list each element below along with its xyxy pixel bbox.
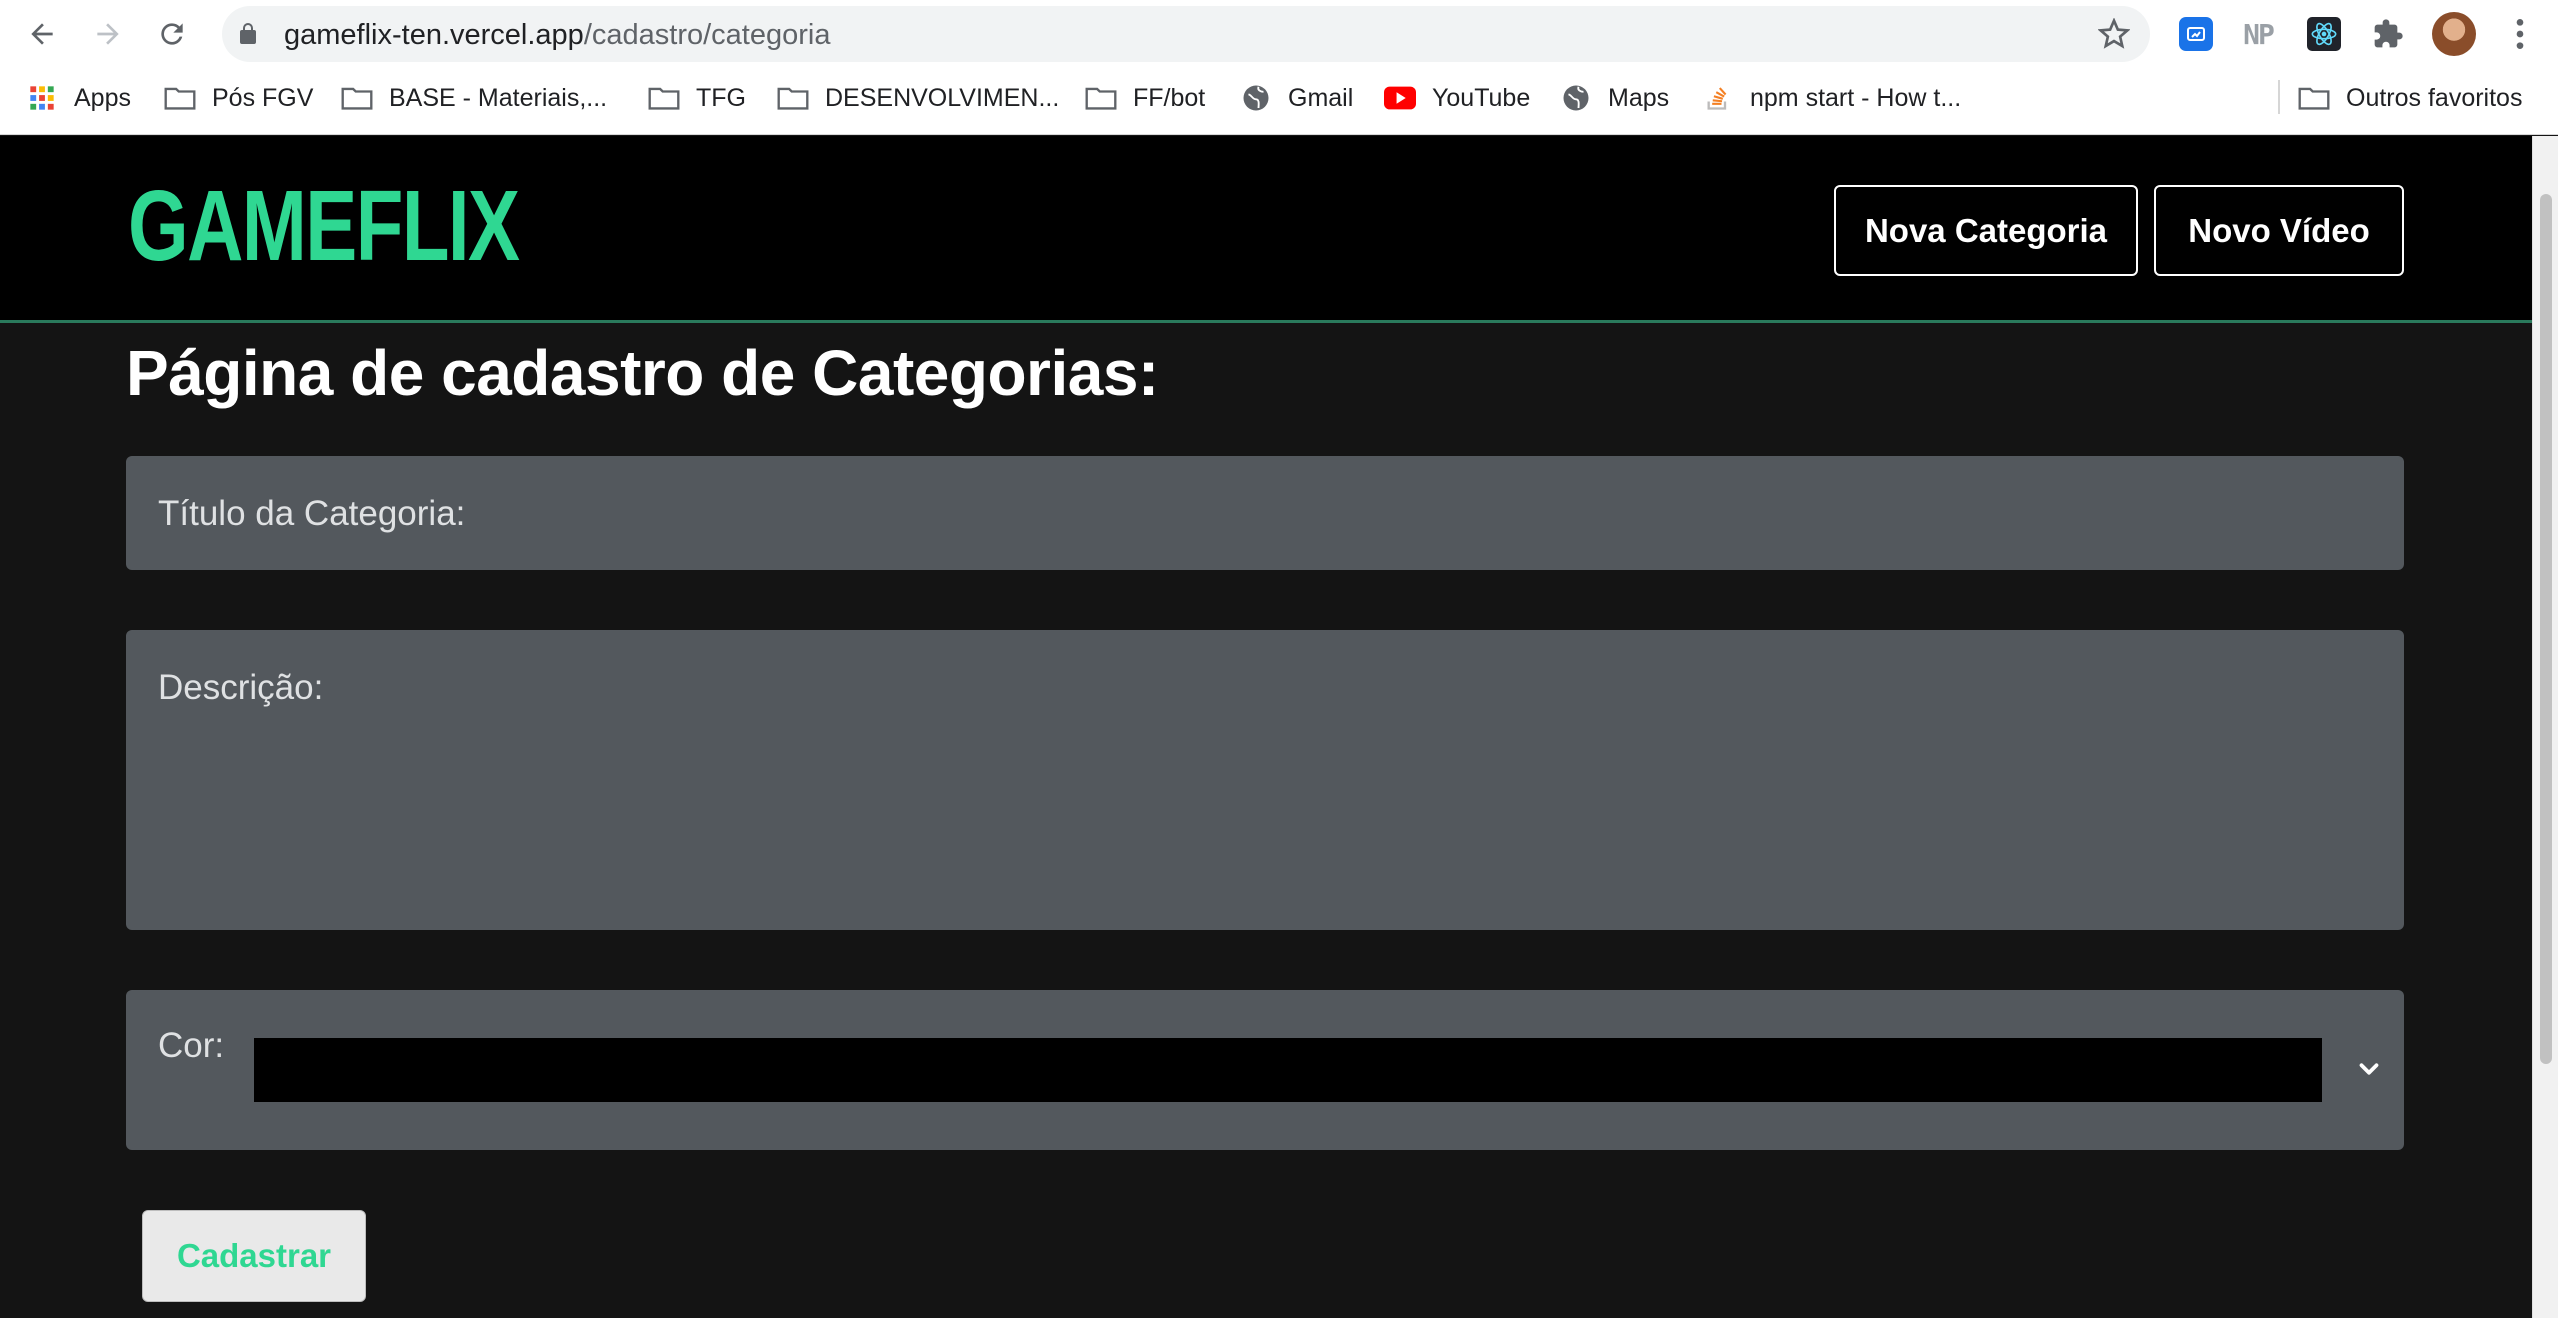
cadastrar-button[interactable]: Cadastrar — [142, 1210, 366, 1302]
chevron-down-icon[interactable] — [2354, 1054, 2384, 1084]
site-header: GAMEFLIX Nova Categoria Novo Vídeo — [0, 136, 2532, 323]
titulo-field[interactable]: Título da Categoria: — [126, 456, 2404, 570]
bookmark-tfg[interactable]: TFG — [648, 80, 746, 116]
bookmark-desenvolvimento[interactable]: DESENVOLVIMEN... — [777, 80, 1059, 116]
folder-icon — [777, 84, 809, 112]
react-devtools-icon[interactable] — [2307, 17, 2341, 51]
bookmark-label: FF/bot — [1133, 83, 1206, 112]
react-atom-icon — [2311, 22, 2337, 46]
bookmark-label: Apps — [74, 83, 131, 112]
np-extension-icon[interactable]: NP — [2238, 14, 2278, 54]
address-bar[interactable]: gameflix-ten.vercel.app/cadastro/categor… — [222, 6, 2150, 62]
bookmark-label: TFG — [696, 83, 746, 112]
bookmark-label: YouTube — [1432, 83, 1531, 112]
globe-icon — [1240, 84, 1272, 112]
more-vertical-icon — [2516, 19, 2524, 49]
bookmarks-divider — [2278, 80, 2280, 114]
gameflix-logo[interactable]: GAMEFLIX — [128, 176, 520, 276]
bookmarks-bar: Apps Pós FGV BASE - Materiais,... TFG DE… — [0, 70, 2558, 126]
descricao-label: Descrição: — [158, 668, 324, 707]
arrow-right-icon — [97, 23, 119, 45]
bookmark-label: Pós FGV — [212, 83, 314, 112]
youtube-icon — [1384, 84, 1416, 112]
bookmark-outros-favoritos[interactable]: Outros favoritos — [2298, 80, 2522, 116]
page-viewport: GAMEFLIX Nova Categoria Novo Vídeo Págin… — [0, 136, 2532, 1318]
page-scrollbar[interactable] — [2532, 136, 2558, 1318]
nova-categoria-button[interactable]: Nova Categoria — [1834, 185, 2138, 276]
folder-icon — [2298, 84, 2330, 112]
reload-button[interactable] — [152, 14, 192, 54]
novo-video-button[interactable]: Novo Vídeo — [2154, 185, 2404, 276]
bookmark-youtube[interactable]: YouTube — [1384, 80, 1530, 116]
folder-icon — [341, 84, 373, 112]
bookmark-base-materiais[interactable]: BASE - Materiais,... — [341, 80, 607, 116]
bookmark-npm-start[interactable]: npm start - How t... — [1702, 80, 1961, 116]
arrow-left-icon — [31, 23, 53, 45]
url-host: gameflix-ten.vercel.app — [284, 19, 584, 51]
bookmark-label: DESENVOLVIMEN... — [825, 83, 1060, 112]
bookmark-pos-fgv[interactable]: Pós FGV — [164, 80, 313, 116]
titulo-label: Título da Categoria: — [158, 494, 466, 533]
folder-icon — [164, 84, 196, 112]
folder-icon — [648, 84, 680, 112]
color-picker-input[interactable] — [254, 1038, 2322, 1102]
bookmark-ff-bot[interactable]: FF/bot — [1085, 80, 1205, 116]
page-title: Página de cadastro de Categorias: — [126, 337, 1159, 409]
globe-icon — [1560, 84, 1592, 112]
descricao-field[interactable]: Descrição: — [126, 630, 2404, 930]
bookmark-label: Maps — [1608, 83, 1670, 112]
reload-icon — [161, 23, 183, 45]
browser-menu-button[interactable] — [2500, 14, 2540, 54]
puzzle-icon — [2374, 19, 2403, 48]
cast-extension-icon[interactable] — [2179, 17, 2213, 51]
bookmark-star-icon[interactable] — [2098, 18, 2130, 50]
bookmark-label: Gmail — [1288, 83, 1354, 112]
cast-glyph-icon — [2187, 27, 2205, 41]
bookmark-label: BASE - Materiais,... — [389, 83, 608, 112]
folder-icon — [1085, 84, 1117, 112]
lock-icon — [240, 23, 256, 44]
apps-grid-icon — [26, 84, 58, 112]
cor-label: Cor: — [158, 1026, 225, 1065]
address-url: gameflix-ten.vercel.app/cadastro/categor… — [284, 19, 830, 52]
extensions-puzzle-icon[interactable] — [2368, 14, 2408, 54]
cor-field: Cor: — [126, 990, 2404, 1150]
stackoverflow-icon — [1702, 84, 1734, 112]
bookmark-label: Outros favoritos — [2346, 83, 2523, 112]
bookmark-apps[interactable]: Apps — [26, 80, 131, 116]
np-extension-label: NP — [2243, 17, 2275, 51]
browser-chrome: gameflix-ten.vercel.app/cadastro/categor… — [0, 0, 2558, 135]
bookmark-gmail[interactable]: Gmail — [1240, 80, 1353, 116]
browser-toolbar: gameflix-ten.vercel.app/cadastro/categor… — [0, 0, 2558, 68]
scrollbar-thumb[interactable] — [2540, 194, 2552, 1064]
url-path: /cadastro/categoria — [583, 19, 831, 51]
bookmark-label: npm start - How t... — [1750, 83, 1962, 112]
bookmark-maps[interactable]: Maps — [1560, 80, 1669, 116]
forward-button[interactable] — [88, 14, 128, 54]
back-button[interactable] — [22, 14, 62, 54]
profile-avatar[interactable] — [2432, 12, 2476, 56]
